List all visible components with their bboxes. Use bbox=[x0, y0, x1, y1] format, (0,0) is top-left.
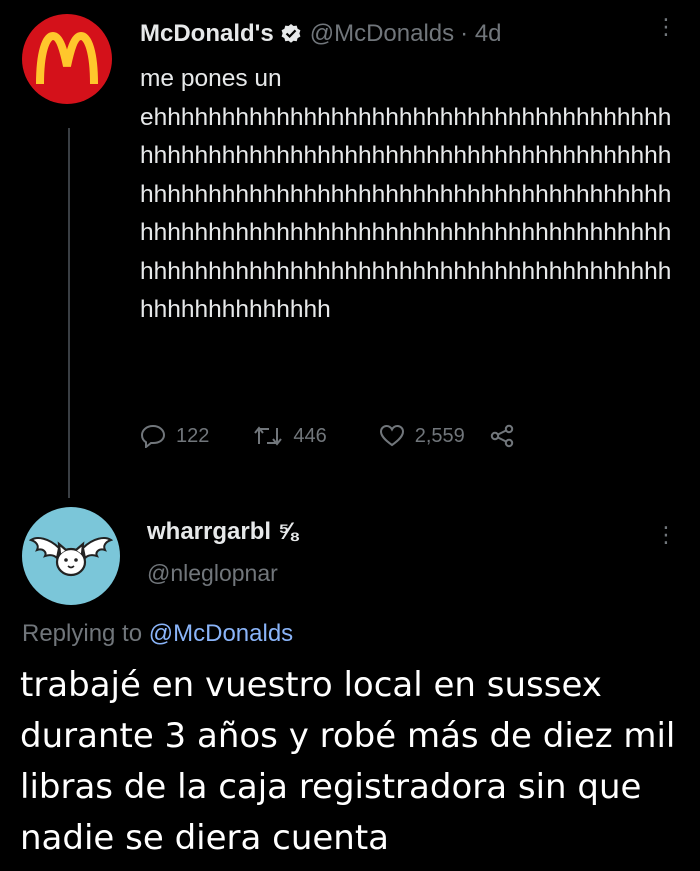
retweet-count: 446 bbox=[293, 424, 327, 447]
tweet1-text-line1: me pones un bbox=[140, 65, 282, 92]
reply-button[interactable]: 122 bbox=[140, 424, 209, 448]
reply-icon bbox=[140, 424, 166, 448]
replying-prefix: Replying to bbox=[22, 620, 143, 647]
author-handle-2[interactable]: @nleglopnar bbox=[147, 560, 278, 587]
reply-count: 122 bbox=[176, 424, 210, 447]
more-icon-2[interactable]: ⋮ bbox=[655, 522, 677, 548]
author-handle[interactable]: @McDonalds bbox=[310, 20, 454, 48]
thread-line bbox=[68, 128, 70, 498]
wharrgarbl-avatar[interactable] bbox=[22, 507, 120, 605]
tweet1-text-long: ehhhhhhhhhhhhhhhhhhhhhhhhhhhhhhhhhhhhhhh… bbox=[140, 103, 672, 324]
share-button[interactable] bbox=[489, 424, 525, 448]
tweet1-actions: 122 446 2,559 bbox=[140, 424, 525, 448]
verified-badge-icon bbox=[280, 23, 302, 45]
mcdonalds-logo-icon bbox=[36, 32, 98, 85]
replying-mention-link[interactable]: @McDonalds bbox=[149, 620, 293, 647]
author-name[interactable]: McDonald's bbox=[140, 20, 274, 48]
more-icon[interactable]: ⋮ bbox=[655, 16, 677, 38]
winged-cat-avatar-icon bbox=[29, 537, 113, 577]
replying-to: Replying to @McDonalds bbox=[22, 620, 293, 648]
retweet-button[interactable]: 446 bbox=[253, 424, 327, 448]
retweet-icon bbox=[254, 426, 283, 446]
mcdonalds-avatar[interactable] bbox=[22, 14, 112, 104]
tweet1-text: me pones un ehhhhhhhhhhhhhhhhhhhhhhhhhhh… bbox=[140, 60, 680, 330]
reply-text: trabajé en vuestro local en sussex duran… bbox=[20, 665, 676, 858]
share-icon bbox=[490, 424, 514, 448]
like-count: 2,559 bbox=[414, 424, 465, 447]
author-name-2[interactable]: wharrgarbl ⅝ bbox=[147, 518, 298, 546]
like-icon bbox=[379, 424, 404, 447]
tweet-timestamp[interactable]: · 4d bbox=[460, 20, 501, 48]
like-button[interactable]: 2,559 bbox=[379, 424, 465, 448]
tweet1-header: McDonald's @McDonalds · 4d bbox=[140, 20, 502, 48]
